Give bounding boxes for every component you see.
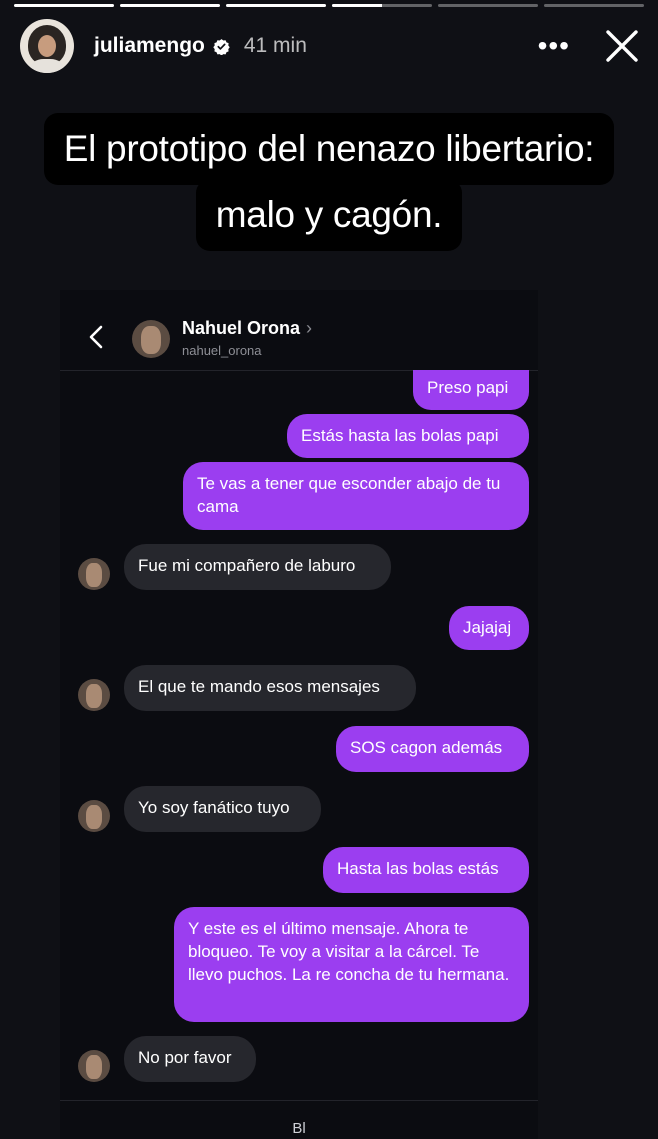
message-bubble-outgoing[interactable]: Preso papi — [413, 370, 529, 410]
close-icon[interactable] — [604, 28, 640, 64]
contact-avatar-small — [78, 679, 110, 711]
message-bubble-outgoing[interactable]: Estás hasta las bolas papi — [287, 414, 529, 458]
progress-segment — [332, 4, 432, 7]
story-username[interactable]: juliamengo — [94, 34, 205, 58]
message-bubble-incoming[interactable]: Yo soy fanático tuyo — [124, 786, 321, 832]
back-chevron-icon[interactable] — [86, 324, 108, 350]
story-timestamp: 41 min — [243, 34, 307, 57]
dm-header: Nahuel Orona › nahuel_orona — [60, 290, 538, 371]
contact-name[interactable]: Nahuel Orona › — [182, 318, 312, 339]
message-bubble-incoming[interactable]: Fue mi compañero de laburo — [124, 544, 391, 590]
story-avatar[interactable] — [20, 19, 74, 73]
message-bubble-outgoing[interactable]: Te vas a tener que esconder abajo de tu … — [183, 462, 529, 530]
message-bubble-outgoing[interactable]: Hasta las bolas estás — [323, 847, 529, 893]
contact-avatar-small — [78, 558, 110, 590]
story-caption-line-1: El prototipo del nenazo libertario: — [0, 113, 658, 185]
progress-segment — [438, 4, 538, 7]
chevron-right-icon: › — [306, 318, 313, 338]
message-bubble-incoming[interactable]: No por favor — [124, 1036, 256, 1082]
more-options-icon[interactable]: ••• — [538, 32, 570, 60]
contact-handle: nahuel_orona — [182, 343, 262, 358]
message-bubble-outgoing[interactable]: Jajajaj — [449, 606, 529, 650]
verified-badge-icon — [213, 38, 230, 55]
story-header: juliamengo 41 min ••• — [20, 18, 640, 74]
story-caption-line-2: malo y cagón. — [0, 179, 658, 251]
progress-segment — [226, 4, 326, 7]
contact-avatar-small — [78, 800, 110, 832]
progress-segment — [120, 4, 220, 7]
message-bubble-incoming[interactable]: El que te mando esos mensajes — [124, 665, 416, 711]
dm-screenshot: Nahuel Orona › nahuel_orona Preso papi Es… — [60, 290, 538, 1139]
contact-avatar-small — [78, 1050, 110, 1082]
story-progress-bar — [14, 4, 644, 7]
message-bubble-outgoing[interactable]: SOS cagon además — [336, 726, 529, 772]
message-bubble-outgoing[interactable]: Y este es el último mensaje. Ahora te bl… — [174, 907, 529, 1022]
dm-footer-text: Bl — [292, 1120, 306, 1137]
progress-segment — [544, 4, 644, 7]
contact-avatar[interactable] — [132, 320, 170, 358]
progress-segment — [14, 4, 114, 7]
divider — [60, 1100, 538, 1101]
